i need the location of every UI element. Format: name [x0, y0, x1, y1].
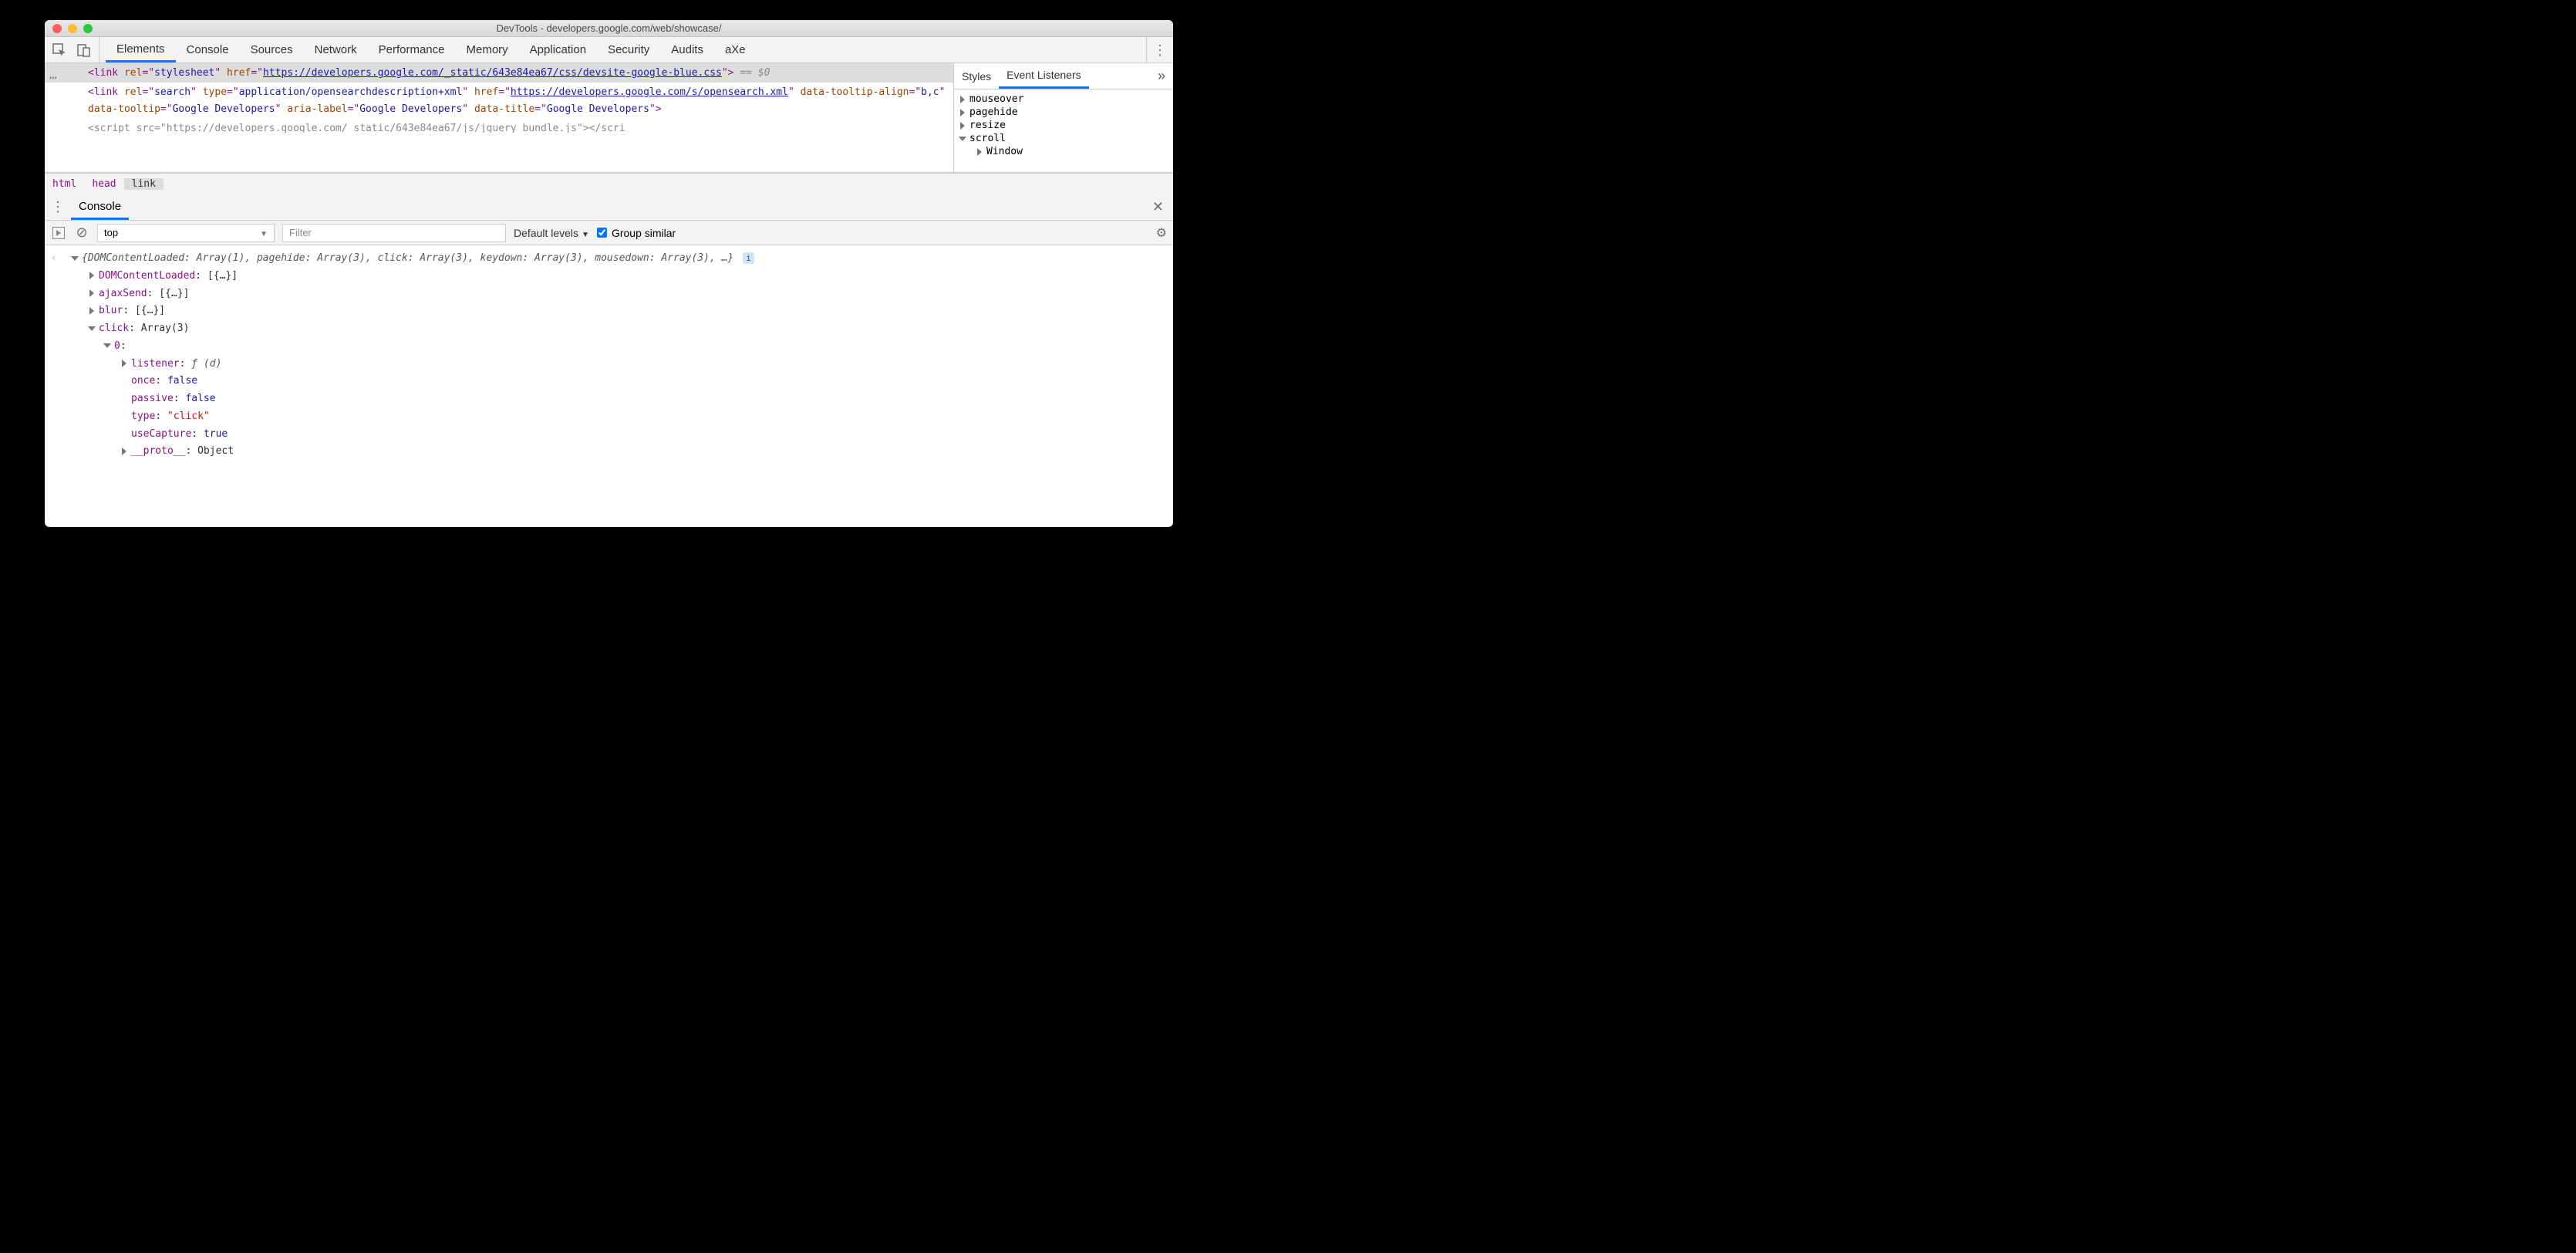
console-drawer: Console ✕ top Filter Default levels Grou… [45, 194, 1173, 527]
console-filter-input[interactable]: Filter [282, 224, 506, 242]
console-property-row[interactable]: DOMContentLoaded: [{…}] [51, 268, 1173, 285]
breadcrumb-head[interactable]: head [84, 178, 123, 190]
toolbar-right [1146, 37, 1173, 62]
expand-icon [89, 272, 94, 279]
main-toolbar: Elements Console Sources Network Perform… [45, 37, 1173, 63]
output-indicator-icon: ‹ [51, 250, 57, 268]
console-output[interactable]: ‹ {DOMContentLoaded: Array(1), pagehide:… [45, 245, 1173, 527]
panel-tabs: Elements Console Sources Network Perform… [99, 37, 757, 62]
console-toolbar: top Filter Default levels Group similar … [45, 221, 1173, 245]
close-drawer-icon[interactable]: ✕ [1143, 199, 1173, 215]
dom-node[interactable]: <link rel="search" type="application/ope… [45, 83, 953, 119]
tab-security[interactable]: Security [597, 37, 660, 62]
console-property-row[interactable]: 0: [51, 338, 1173, 356]
listener-target-window[interactable]: Window [954, 145, 1173, 158]
console-drawer-header: Console ✕ [45, 194, 1173, 221]
tab-audits[interactable]: Audits [660, 37, 714, 62]
expand-icon [960, 96, 965, 103]
breadcrumb-html[interactable]: html [45, 178, 84, 190]
console-property-row[interactable]: click: Array(3) [51, 320, 1173, 338]
dom-node-partial[interactable]: <script src="https://developers.google.c… [45, 119, 953, 133]
group-similar-checkbox[interactable]: Group similar [597, 227, 676, 239]
tab-application[interactable]: Application [519, 37, 597, 62]
device-toolbar-icon[interactable] [77, 43, 91, 57]
toolbar-left [45, 37, 99, 62]
breadcrumb: html head link [45, 173, 1173, 194]
console-object-summary[interactable]: {DOMContentLoaded: Array(1), pagehide: A… [51, 250, 1173, 268]
tab-console[interactable]: Console [176, 37, 240, 62]
console-property-row[interactable]: once: false [51, 373, 1173, 390]
clear-console-icon[interactable] [74, 225, 89, 241]
expand-icon [89, 289, 94, 297]
devtools-window: DevTools - developers.google.com/web/sho… [45, 20, 1173, 527]
execution-context-select[interactable]: top [97, 224, 275, 242]
collapse-icon [959, 137, 966, 141]
console-property-row[interactable]: useCapture: true [51, 426, 1173, 444]
tab-sources[interactable]: Sources [240, 37, 304, 62]
expand-icon [960, 109, 965, 117]
chevron-down-icon [582, 227, 589, 239]
group-similar-input[interactable] [597, 228, 607, 238]
console-property-row[interactable]: __proto__: Object [51, 443, 1173, 461]
elements-panel: <link rel="stylesheet" href="https://dev… [45, 63, 1173, 173]
console-property-row[interactable]: ajaxSend: [{…}] [51, 285, 1173, 303]
expand-icon [89, 307, 94, 315]
chevron-down-icon [260, 227, 268, 238]
console-property-row[interactable]: listener: ƒ (d) [51, 356, 1173, 373]
console-property-row[interactable]: passive: false [51, 390, 1173, 408]
collapse-icon [71, 256, 79, 261]
main-menu-icon[interactable] [1153, 48, 1167, 52]
tab-axe[interactable]: aXe [714, 37, 757, 62]
expand-icon [977, 148, 982, 156]
sidebar-more-tabs-icon[interactable]: » [1150, 68, 1173, 84]
expand-icon [122, 360, 126, 367]
console-settings-icon[interactable]: ⚙ [1156, 225, 1167, 241]
console-property-row[interactable]: blur: [{…}] [51, 302, 1173, 320]
context-value: top [104, 227, 118, 238]
expand-icon [122, 448, 126, 455]
breadcrumb-link[interactable]: link [124, 178, 164, 190]
listener-row-mouseover[interactable]: mouseover [954, 93, 1173, 106]
sidebar-tab-event-listeners[interactable]: Event Listeners [999, 63, 1089, 89]
listener-row-pagehide[interactable]: pagehide [954, 106, 1173, 119]
inspect-element-icon[interactable] [52, 43, 66, 57]
window-title: DevTools - developers.google.com/web/sho… [45, 22, 1173, 34]
tab-memory[interactable]: Memory [456, 37, 519, 62]
listener-row-resize[interactable]: resize [954, 119, 1173, 132]
tab-elements[interactable]: Elements [106, 37, 176, 62]
drawer-menu-icon[interactable] [45, 199, 71, 215]
console-property-row[interactable]: type: "click" [51, 408, 1173, 426]
expand-icon [960, 122, 965, 130]
tab-network[interactable]: Network [304, 37, 368, 62]
tab-performance[interactable]: Performance [368, 37, 456, 62]
styles-sidebar: Styles Event Listeners » mouseover pageh… [953, 63, 1173, 172]
titlebar: DevTools - developers.google.com/web/sho… [45, 20, 1173, 37]
listener-row-scroll[interactable]: scroll [954, 132, 1173, 145]
info-badge-icon[interactable]: i [743, 252, 754, 264]
log-levels-select[interactable]: Default levels [514, 227, 589, 239]
toggle-sidebar-icon[interactable] [51, 225, 66, 241]
collapse-icon [103, 343, 111, 348]
collapse-icon [88, 326, 96, 331]
sidebar-tabs: Styles Event Listeners » [954, 63, 1173, 90]
event-listeners-list: mouseover pagehide resize scroll Window [954, 90, 1173, 161]
sidebar-tab-styles[interactable]: Styles [954, 63, 999, 89]
dom-tree[interactable]: <link rel="stylesheet" href="https://dev… [45, 63, 953, 172]
drawer-tab-console[interactable]: Console [71, 194, 129, 220]
dom-node-selected[interactable]: <link rel="stylesheet" href="https://dev… [45, 63, 953, 83]
